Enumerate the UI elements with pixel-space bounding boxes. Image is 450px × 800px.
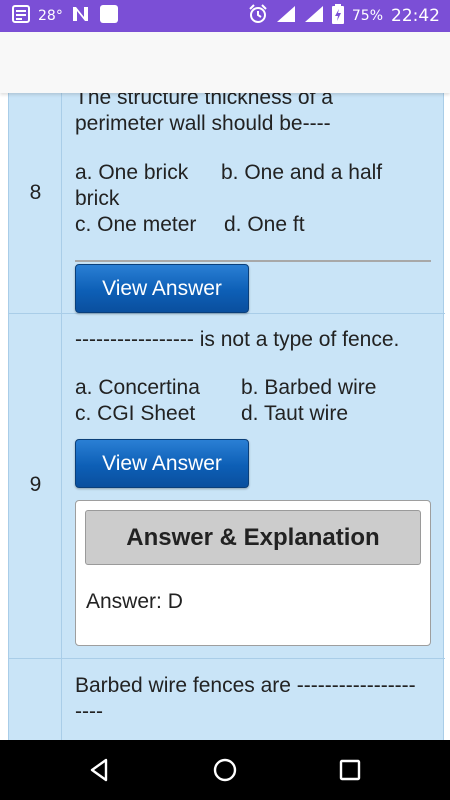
answer-text: Answer: D <box>86 590 183 613</box>
question-number: 9 <box>29 473 42 496</box>
blank-square-icon <box>99 4 119 29</box>
question-number-cell: 9 <box>9 314 62 658</box>
question-number-cell: 8 <box>9 93 62 313</box>
clock-time: 22:42 <box>391 6 440 26</box>
battery-charging-icon <box>331 3 344 29</box>
home-icon[interactable] <box>210 755 240 785</box>
battery-percent: 75% <box>351 8 383 24</box>
signal-icon <box>276 5 296 28</box>
question-line: ---- <box>75 700 103 723</box>
alarm-icon <box>248 3 268 29</box>
status-bar: 28° 75% 22:42 <box>0 0 450 32</box>
option-d: d. One ft <box>224 213 305 236</box>
question-text: The structure thickness of a perimeter w… <box>75 93 435 137</box>
question-line: ----------------- is not a type of fence… <box>75 328 400 351</box>
question-list[interactable]: 8 The structure thickness of a perimeter… <box>0 93 450 740</box>
question-row-8: 8 The structure thickness of a perimeter… <box>9 93 445 314</box>
view-answer-button[interactable]: View Answer <box>75 439 249 488</box>
answer-explanation-box: Answer & Explanation Answer: D <box>75 500 431 646</box>
app-header <box>0 32 450 93</box>
question-options: a. One brick b. One and a half brick c. O… <box>75 160 435 238</box>
notes-icon <box>12 4 30 28</box>
question-text: Barbed wire fences are -----------------… <box>75 673 435 725</box>
divider <box>75 260 431 262</box>
signal-icon-2 <box>304 5 324 28</box>
option-b: b. Barbed wire <box>241 376 377 399</box>
option-a: a. One brick <box>75 161 189 184</box>
question-table: 8 The structure thickness of a perimeter… <box>8 93 445 740</box>
question-line: Barbed wire fences are ----------------- <box>75 674 416 697</box>
question-row-9: 9 ----------------- is not a type of fen… <box>9 314 445 659</box>
option-a: a. Concertina <box>75 376 200 399</box>
answer-explanation-header[interactable]: Answer & Explanation <box>85 510 421 565</box>
question-line: The structure thickness of a <box>75 93 333 109</box>
option-c: c. CGI Sheet <box>75 402 196 425</box>
recents-icon[interactable] <box>335 755 365 785</box>
option-d: d. Taut wire <box>241 402 348 425</box>
question-options: a. Concertina b. Barbed wire c. CGI Sheet… <box>75 375 435 427</box>
option-b-wrap: brick <box>75 187 120 210</box>
news-n-icon <box>71 5 91 28</box>
navigation-bar <box>0 740 450 800</box>
view-answer-button[interactable]: View Answer <box>75 264 249 313</box>
question-text: ----------------- is not a type of fence… <box>75 327 435 353</box>
option-b: b. One and a half <box>221 161 383 184</box>
temperature-text: 28° <box>38 8 63 24</box>
question-number-cell <box>9 659 62 740</box>
question-line: perimeter wall should be---- <box>75 112 331 135</box>
question-row-10: Barbed wire fences are -----------------… <box>9 659 445 740</box>
option-c: c. One meter <box>75 213 197 236</box>
question-number: 8 <box>29 181 42 204</box>
back-icon[interactable] <box>85 755 115 785</box>
